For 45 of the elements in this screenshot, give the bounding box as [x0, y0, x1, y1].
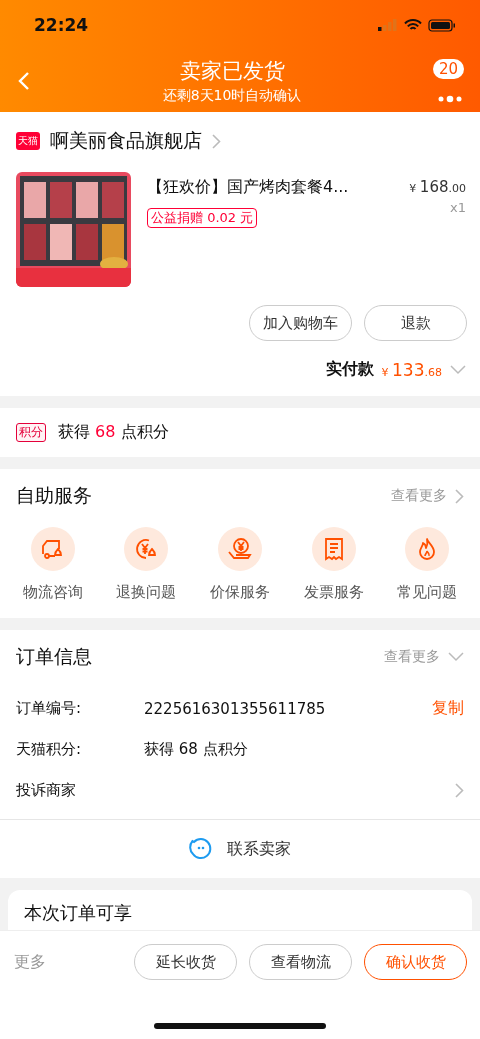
paid-amount: ¥ 133.68	[381, 359, 442, 380]
card-title: 本次订单可享	[24, 904, 133, 922]
field-value: 2225616301355611785	[144, 699, 327, 718]
back-icon[interactable]	[18, 71, 30, 91]
product-title[interactable]: 【狂欢价】国产烤肉套餐4...	[147, 177, 394, 198]
product-price: ¥ 168.00	[409, 178, 466, 196]
hand-coin-icon	[227, 536, 253, 562]
more-icon[interactable]	[437, 95, 463, 103]
charity-tag: 公益捐赠 0.02 元	[147, 208, 258, 228]
product-action-button[interactable]: 退款	[364, 305, 467, 341]
chevron-right-icon	[455, 783, 464, 798]
paid-label: 实付款	[325, 359, 374, 380]
battery-icon	[428, 18, 456, 32]
chat-face-icon	[189, 837, 213, 861]
service-shortcut[interactable]: 常见问题	[397, 527, 458, 602]
section-title: 订单信息	[16, 644, 92, 669]
field-label: 天猫积分:	[16, 740, 83, 759]
section-title: 自助服务	[16, 483, 92, 508]
complain-link[interactable]: 投诉商家	[16, 781, 455, 800]
shop-chevron-icon	[212, 133, 221, 149]
service-shortcut[interactable]: 发票服务	[303, 527, 364, 602]
order-action-button[interactable]: 延长收货	[134, 944, 237, 980]
wifi-icon	[404, 18, 422, 32]
service-shortcut[interactable]: 退换问题	[116, 527, 177, 602]
chevron-right-icon	[455, 488, 464, 504]
field-label: 订单编号:	[16, 699, 83, 718]
field-value: 获得 68 点积分	[144, 740, 249, 759]
contact-seller-button[interactable]: 联系卖家	[0, 819, 480, 878]
status-time: 22:24	[34, 15, 89, 35]
signal-icon	[378, 19, 398, 31]
service-shortcut[interactable]: 价保服务	[210, 527, 270, 602]
points-tag: 积分	[16, 423, 46, 442]
page-title: 卖家已发货	[179, 58, 285, 85]
product-action-button[interactable]: 加入购物车	[249, 305, 352, 341]
chevron-down-icon	[448, 652, 464, 662]
quantity: x1	[450, 200, 466, 215]
chevron-down-icon	[450, 364, 466, 375]
shop-name[interactable]: 啊美丽食品旗舰店	[50, 128, 202, 154]
tmall-logo: 天猫	[16, 132, 40, 150]
contact-seller-label: 联系卖家	[227, 838, 291, 860]
points-text: 获得 68 点积分	[58, 422, 169, 443]
auto-confirm-countdown: 还剩8天10时自动确认	[162, 87, 302, 105]
service-shortcut[interactable]: 物流咨询	[22, 527, 83, 602]
message-count-badge: 20	[433, 59, 465, 79]
order-action-button[interactable]: 查看物流	[249, 944, 352, 980]
